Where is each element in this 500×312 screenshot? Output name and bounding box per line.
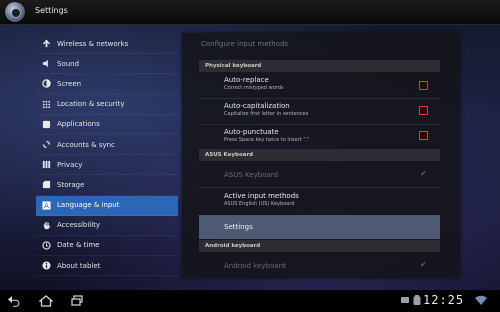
auto-replace-summary: Correct mistyped words xyxy=(224,85,284,91)
divider xyxy=(199,98,440,99)
auto-replace-title: Auto-replace xyxy=(224,76,269,84)
sidebar-item-label: Privacy xyxy=(57,160,83,169)
wifi-icon xyxy=(475,295,487,305)
asus-keyboard-row[interactable]: ASUS Keyboard xyxy=(199,171,440,179)
sidebar-item-label: About tablet xyxy=(57,261,101,270)
sidebar-item-about-tablet[interactable]: About tablet xyxy=(36,256,178,277)
sidebar-item-accessibility[interactable]: Accessibility xyxy=(36,216,178,236)
sidebar-item-label: Screen xyxy=(57,79,82,88)
active-input-methods-row[interactable]: Active input methods ASUS English (US) K… xyxy=(199,192,440,207)
sidebar-item-label: Accounts & sync xyxy=(57,140,115,149)
input-methods-panel: Configure input methods Physical keyboar… xyxy=(182,33,460,278)
auto-punctuate-title: Auto-punctuate xyxy=(224,128,279,136)
sidebar-item-label: Wireless & networks xyxy=(57,39,129,48)
wireless-icon xyxy=(41,39,51,49)
auto-replace-row[interactable]: Auto-replace Correct mistyped words xyxy=(199,76,440,91)
auto-capitalization-row[interactable]: Auto-capitalization Capitalize first let… xyxy=(199,102,440,117)
sidebar-item-label: Language & input xyxy=(57,201,120,210)
sidebar-item-applications[interactable]: Applications xyxy=(36,115,178,135)
section-asus-keyboard: ASUS Keyboard xyxy=(199,149,440,161)
android-keyboard-title: Android keyboard xyxy=(224,262,286,270)
apps-icon xyxy=(41,119,51,129)
divider xyxy=(199,187,440,188)
sidebar-item-label: Sound xyxy=(57,59,80,68)
active-input-methods-title: Active input methods xyxy=(224,192,299,200)
section-physical-keyboard: Physical keyboard xyxy=(199,60,440,72)
auto-punctuate-checkbox[interactable] xyxy=(419,131,428,140)
keyboard-status-icon xyxy=(401,297,409,303)
info-icon xyxy=(41,261,51,271)
home-icon[interactable] xyxy=(38,294,54,308)
clock-icon xyxy=(41,240,51,250)
action-bar: Settings xyxy=(0,0,500,25)
app-title: Settings xyxy=(35,6,68,15)
sidebar-item-label: Location & security xyxy=(57,100,125,109)
battery-icon xyxy=(413,295,421,305)
panel-title: Configure input methods xyxy=(201,40,289,48)
recent-apps-icon[interactable] xyxy=(69,294,85,308)
status-icons xyxy=(401,295,421,305)
settings-screen: Settings Wireless & networks Sound Scree… xyxy=(0,0,500,290)
asus-keyboard-check-icon[interactable]: ✔ xyxy=(420,169,427,178)
brightness-icon xyxy=(41,79,51,89)
sidebar-item-wireless-networks[interactable]: Wireless & networks xyxy=(36,34,178,55)
sidebar-item-accounts-sync[interactable]: Accounts & sync xyxy=(36,135,178,156)
divider xyxy=(199,124,440,125)
auto-capitalization-summary: Capitalize first letter in sentences xyxy=(224,111,309,117)
sidebar-item-storage[interactable]: Storage xyxy=(36,175,178,196)
privacy-icon xyxy=(41,160,51,170)
auto-punctuate-row[interactable]: Auto-punctuate Press Space key twice to … xyxy=(199,128,440,143)
auto-replace-checkbox[interactable] xyxy=(419,81,428,90)
sidebar-item-sound[interactable]: Sound xyxy=(36,54,178,75)
speaker-icon xyxy=(41,59,51,69)
auto-punctuate-summary: Press Space key twice to insert "." xyxy=(224,137,310,143)
back-icon[interactable] xyxy=(6,294,22,308)
sidebar-item-language-input[interactable]: A Language & input xyxy=(36,195,178,216)
keyboard-a-icon: A xyxy=(41,200,51,210)
hand-icon xyxy=(41,220,51,230)
settings-gear-icon[interactable] xyxy=(5,2,25,22)
sidebar-item-date-time[interactable]: Date & time xyxy=(36,236,178,257)
svg-text:A: A xyxy=(44,201,49,210)
settings-row-title: Settings xyxy=(224,223,253,231)
auto-capitalization-checkbox[interactable] xyxy=(419,106,428,115)
sidebar-item-privacy[interactable]: Privacy xyxy=(36,155,178,176)
settings-sidebar: Wireless & networks Sound Screen Locatio… xyxy=(36,34,178,277)
android-keyboard-check-icon[interactable]: ✔ xyxy=(420,260,427,269)
status-clock[interactable]: 12:25 xyxy=(423,293,464,307)
sidebar-item-label: Applications xyxy=(57,120,100,129)
sync-icon xyxy=(41,140,51,150)
sidebar-item-location-security[interactable]: Location & security xyxy=(36,95,178,115)
system-nav-bar: 12:25 xyxy=(0,290,500,312)
auto-capitalization-title: Auto-capitalization xyxy=(224,102,290,110)
sidebar-item-label: Accessibility xyxy=(57,221,101,230)
active-input-methods-summary: ASUS English (US) Keyboard xyxy=(224,201,295,207)
grid-lock-icon xyxy=(41,99,51,109)
sidebar-item-label: Date & time xyxy=(57,241,100,250)
asus-keyboard-title: ASUS Keyboard xyxy=(224,171,278,179)
settings-row[interactable]: Settings xyxy=(199,215,440,239)
sidebar-item-label: Storage xyxy=(57,180,85,189)
sidebar-item-screen[interactable]: Screen xyxy=(36,74,178,95)
storage-icon xyxy=(41,180,51,190)
section-android-keyboard: Android keyboard xyxy=(199,240,440,252)
android-keyboard-row[interactable]: Android keyboard xyxy=(199,262,440,270)
